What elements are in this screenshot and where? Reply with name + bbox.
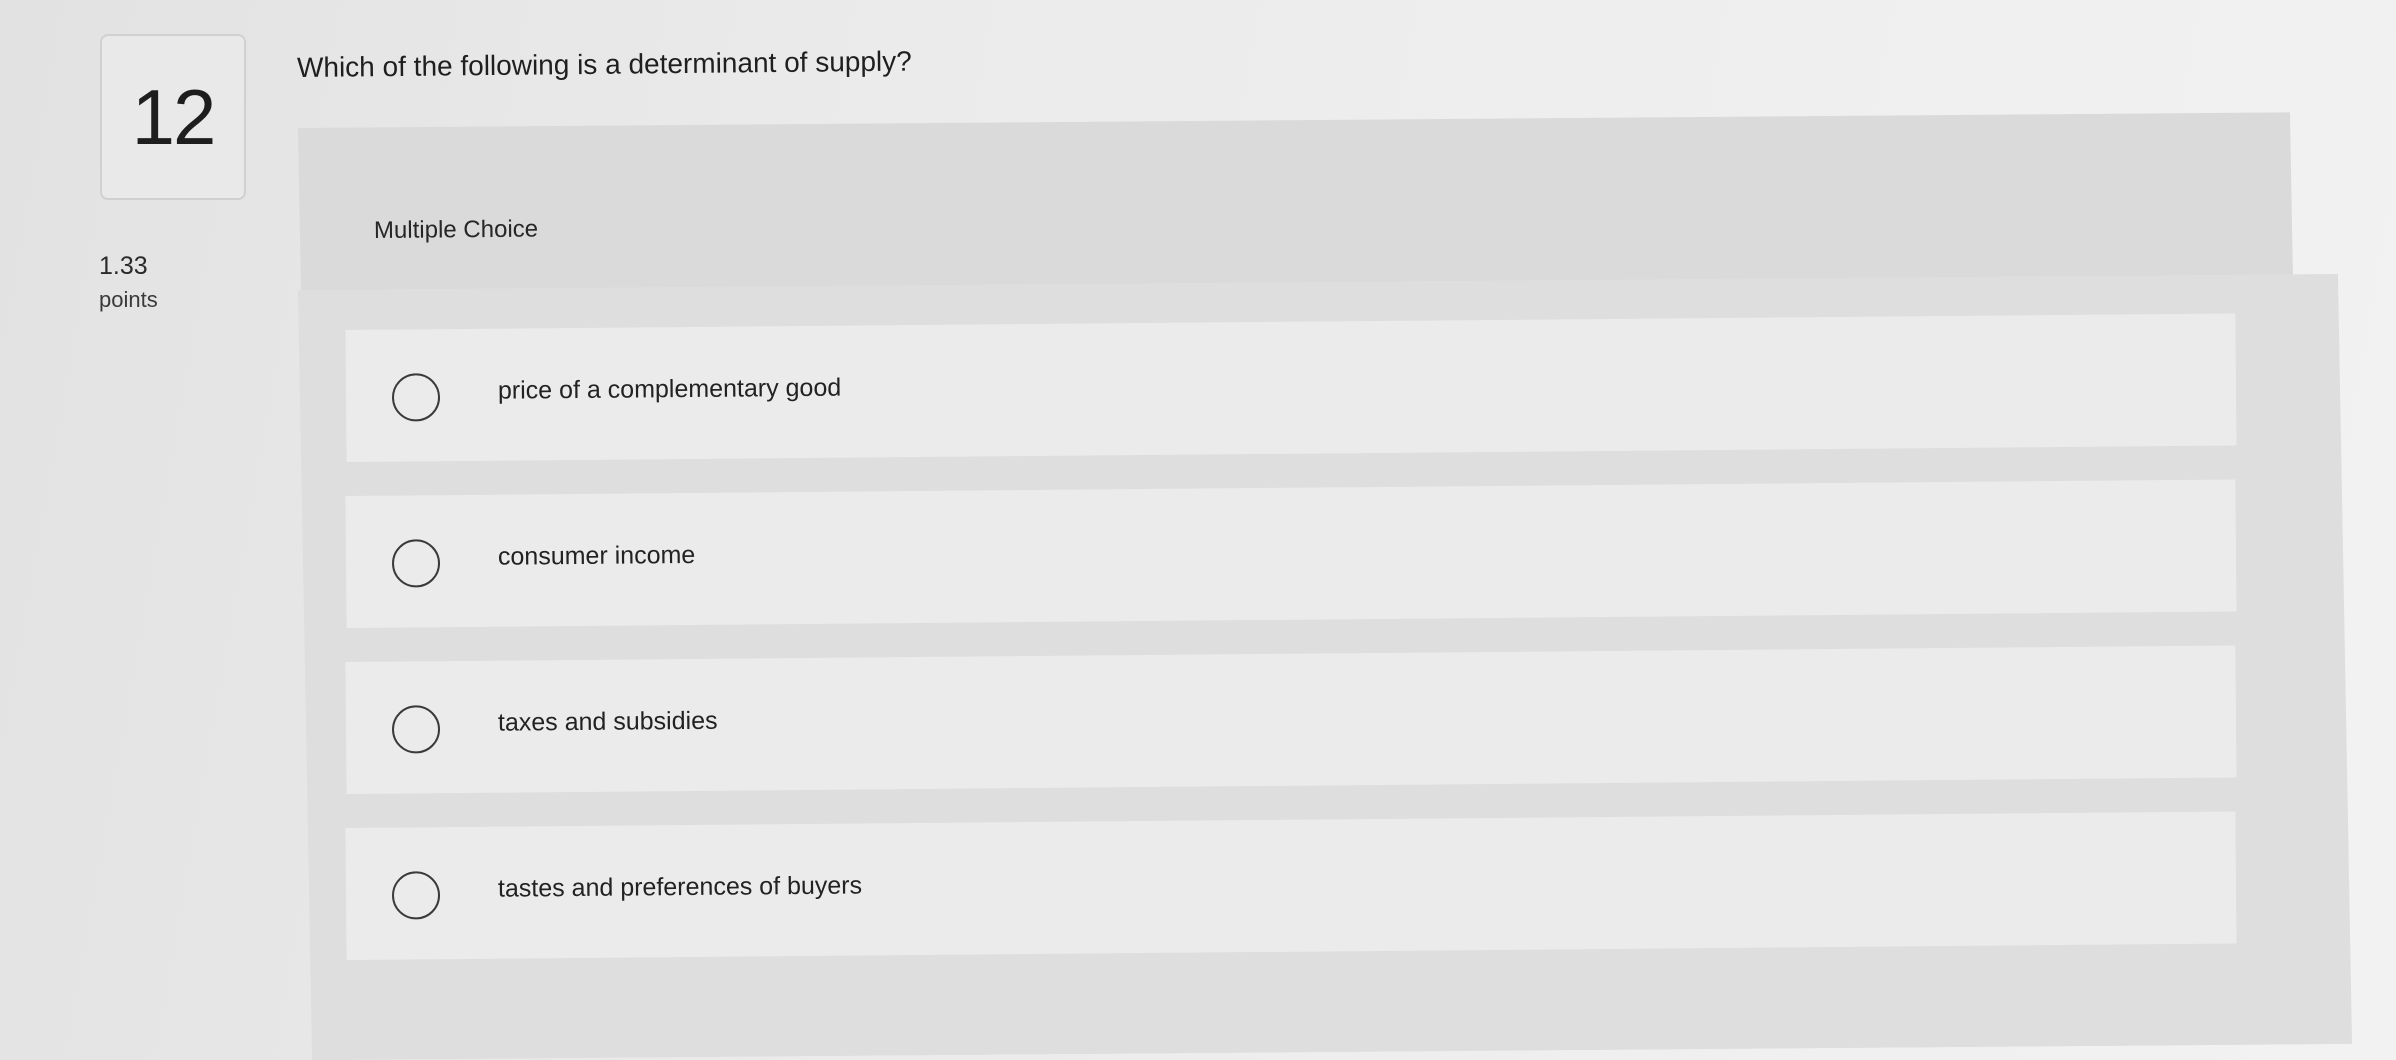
choice-label: taxes and subsidies: [497, 706, 718, 737]
question-number-box: 12: [100, 34, 246, 200]
choice-option-3[interactable]: taxes and subsidies: [345, 645, 2237, 794]
radio-button[interactable]: [391, 539, 441, 588]
choice-option-4[interactable]: tastes and preferences of buyers: [345, 811, 2237, 960]
question-text: Which of the following is a determinant …: [296, 45, 912, 83]
choice-label: consumer income: [497, 540, 696, 571]
points-label: points: [99, 287, 158, 312]
choice-option-2[interactable]: consumer income: [345, 479, 2237, 628]
radio-button[interactable]: [391, 705, 441, 754]
question-type-label: Multiple Choice: [373, 215, 539, 244]
radio-button[interactable]: [391, 871, 441, 920]
choice-label: tastes and preferences of buyers: [497, 871, 863, 903]
question-number: 12: [131, 72, 217, 161]
points-value: 1.33: [99, 252, 148, 280]
radio-button[interactable]: [391, 373, 441, 422]
choice-label: price of a complementary good: [497, 373, 842, 405]
choice-option-1[interactable]: price of a complementary good: [345, 313, 2237, 462]
